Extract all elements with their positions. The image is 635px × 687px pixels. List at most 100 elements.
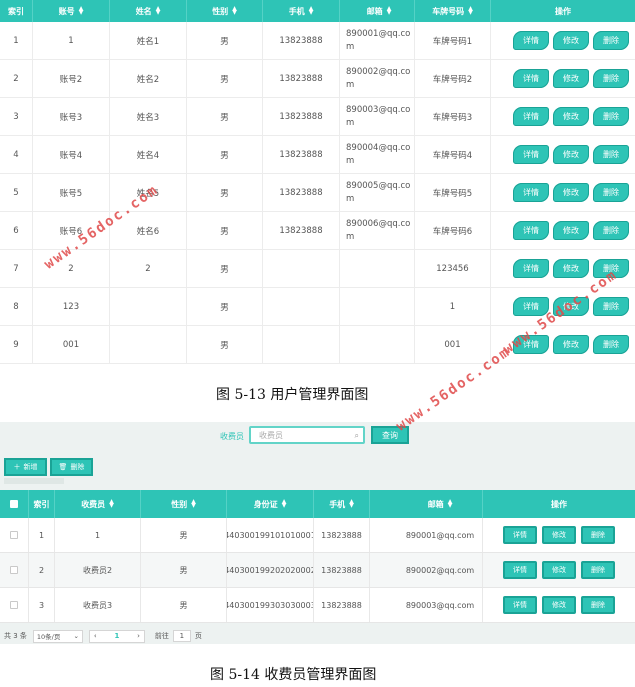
sort-icon[interactable]: ▲ ▼ [468,6,473,16]
edit-button[interactable]: 修改 [553,145,589,164]
cashier-table-header: 索引 收费员 ▲ ▼ 性别 ▲ ▼ 身份证 ▲ ▼ 手机 ▲ ▼ 邮箱 ▲ ▼ 操作 [0,490,635,518]
cell-phone: 13823888 [263,212,340,249]
edit-button[interactable]: 修改 [553,31,589,50]
current-page[interactable]: 1 [114,632,119,640]
cell-sex: 男 [187,250,263,287]
cell-sex: 男 [187,212,263,249]
edit-button[interactable]: 修改 [542,526,576,544]
delete-button[interactable]: 删除 [593,145,629,164]
cell-name [110,326,187,363]
edit-button[interactable]: 修改 [553,335,589,354]
pagination: 共 3 条 10条/页 ⌄ ‹ 1 › 前往 1 页 [0,628,635,644]
sort-icon[interactable]: ▲ ▼ [387,6,392,16]
cell-ops: 详情 修改 删除 [491,60,635,97]
sort-icon[interactable]: ▲ ▼ [79,6,84,16]
cell-index: 4 [0,136,33,173]
delete-button[interactable]: 删除 [593,107,629,126]
edit-button[interactable]: 修改 [553,259,589,278]
cell-name: 姓名3 [110,98,187,135]
delete-button[interactable]: 删除 [581,596,615,614]
col-id-card[interactable]: 身份证 ▲ ▼ [227,490,314,518]
delete-button[interactable]: 删除 [581,526,615,544]
col-email[interactable]: 邮箱 ▲ ▼ [344,0,415,22]
cell-email [344,250,415,287]
cell-plate: 123456 [415,250,491,287]
detail-button[interactable]: 详情 [513,107,549,126]
select-all-checkbox[interactable] [10,500,18,508]
detail-button[interactable]: 详情 [513,145,549,164]
col-ops: 操作 [551,499,567,509]
col-name[interactable]: 姓名 ▲ ▼ [110,0,187,22]
edit-button[interactable]: 修改 [553,107,589,126]
row-checkbox[interactable] [10,566,18,574]
edit-button[interactable]: 修改 [542,596,576,614]
detail-button[interactable]: 详情 [503,561,537,579]
col-cashier[interactable]: 收费员 ▲ ▼ [55,490,141,518]
cashier-table: 索引 收费员 ▲ ▼ 性别 ▲ ▼ 身份证 ▲ ▼ 手机 ▲ ▼ 邮箱 ▲ ▼ 操作 1 1 男 4403… [0,490,635,623]
batch-delete-button[interactable]: 🗑 删除 [50,458,93,476]
prev-page-icon[interactable]: ‹ [94,632,97,640]
sort-icon[interactable]: ▲ ▼ [282,499,287,509]
sort-icon[interactable]: ▲ ▼ [156,6,161,16]
cell-phone: 13823888 [263,98,340,135]
detail-button[interactable]: 详情 [503,596,537,614]
col-sex[interactable]: 性别 ▲ ▼ [187,0,263,22]
col-gap [370,490,398,518]
plus-icon: ＋ [13,463,21,471]
delete-button[interactable]: 删除 [593,297,629,316]
cell-sex: 男 [141,518,227,552]
next-page-icon[interactable]: › [137,632,140,640]
row-checkbox[interactable] [10,531,18,539]
col-sex[interactable]: 性别 ▲ ▼ [141,490,227,518]
sort-icon[interactable]: ▲ ▼ [309,6,314,16]
edit-button[interactable]: 修改 [553,221,589,240]
cell-plate: 车牌号码1 [415,22,491,59]
page-size-select[interactable]: 10条/页 ⌄ [32,629,83,643]
delete-button-label: 删除 [70,463,85,471]
delete-button[interactable]: 删除 [593,221,629,240]
sort-icon[interactable]: ▲ ▼ [349,499,354,509]
cell-plate: 车牌号码2 [415,60,491,97]
cell-sex: 男 [187,288,263,325]
cell-email: 890002@qq.com [344,60,415,97]
delete-button[interactable]: 删除 [593,31,629,50]
cell-phone: 13823888 [263,22,340,59]
detail-button[interactable]: 详情 [513,259,549,278]
goto-page-input[interactable]: 1 [172,630,191,642]
cell-email: 890001@qq.com [398,518,483,552]
delete-button[interactable]: 删除 [593,69,629,88]
col-phone[interactable]: 手机 ▲ ▼ [263,0,340,22]
sort-icon[interactable]: ▲ ▼ [191,499,196,509]
sort-icon[interactable]: ▲ ▼ [448,499,453,509]
cell-sex: 男 [141,588,227,622]
cell-checkbox [0,588,29,622]
col-index[interactable]: 索引 [0,0,33,22]
row-checkbox[interactable] [10,601,18,609]
cell-sex: 男 [141,553,227,587]
table-row: 4 账号4 姓名4 男 13823888 890004@qq.com 车牌号码4 详情 修改 删除 [0,136,635,174]
edit-button[interactable]: 修改 [542,561,576,579]
delete-button[interactable]: 删除 [593,183,629,202]
cell-index: 6 [0,212,33,249]
delete-button[interactable]: 删除 [581,561,615,579]
col-email[interactable]: 邮箱 ▲ ▼ [398,490,483,518]
add-button[interactable]: ＋ 新增 [4,458,47,476]
detail-button[interactable]: 详情 [513,69,549,88]
detail-button[interactable]: 详情 [513,31,549,50]
cell-plate: 车牌号码5 [415,174,491,211]
detail-button[interactable]: 详情 [503,526,537,544]
cell-account: 1 [33,22,110,59]
detail-button[interactable]: 详情 [513,221,549,240]
cell-email: 890006@qq.com [344,212,415,249]
sort-icon[interactable]: ▲ ▼ [109,499,114,509]
col-account[interactable]: 账号 ▲ ▼ [33,0,110,22]
search-input[interactable]: 收费员 ⌕ [249,426,365,444]
search-label: 收费员 [220,432,244,441]
sort-icon[interactable]: ▲ ▼ [232,6,237,16]
edit-button[interactable]: 修改 [553,69,589,88]
col-phone[interactable]: 手机 ▲ ▼ [314,490,370,518]
delete-button[interactable]: 删除 [593,335,629,354]
detail-button[interactable]: 详情 [513,183,549,202]
edit-button[interactable]: 修改 [553,183,589,202]
col-plate[interactable]: 车牌号码 ▲ ▼ [415,0,491,22]
